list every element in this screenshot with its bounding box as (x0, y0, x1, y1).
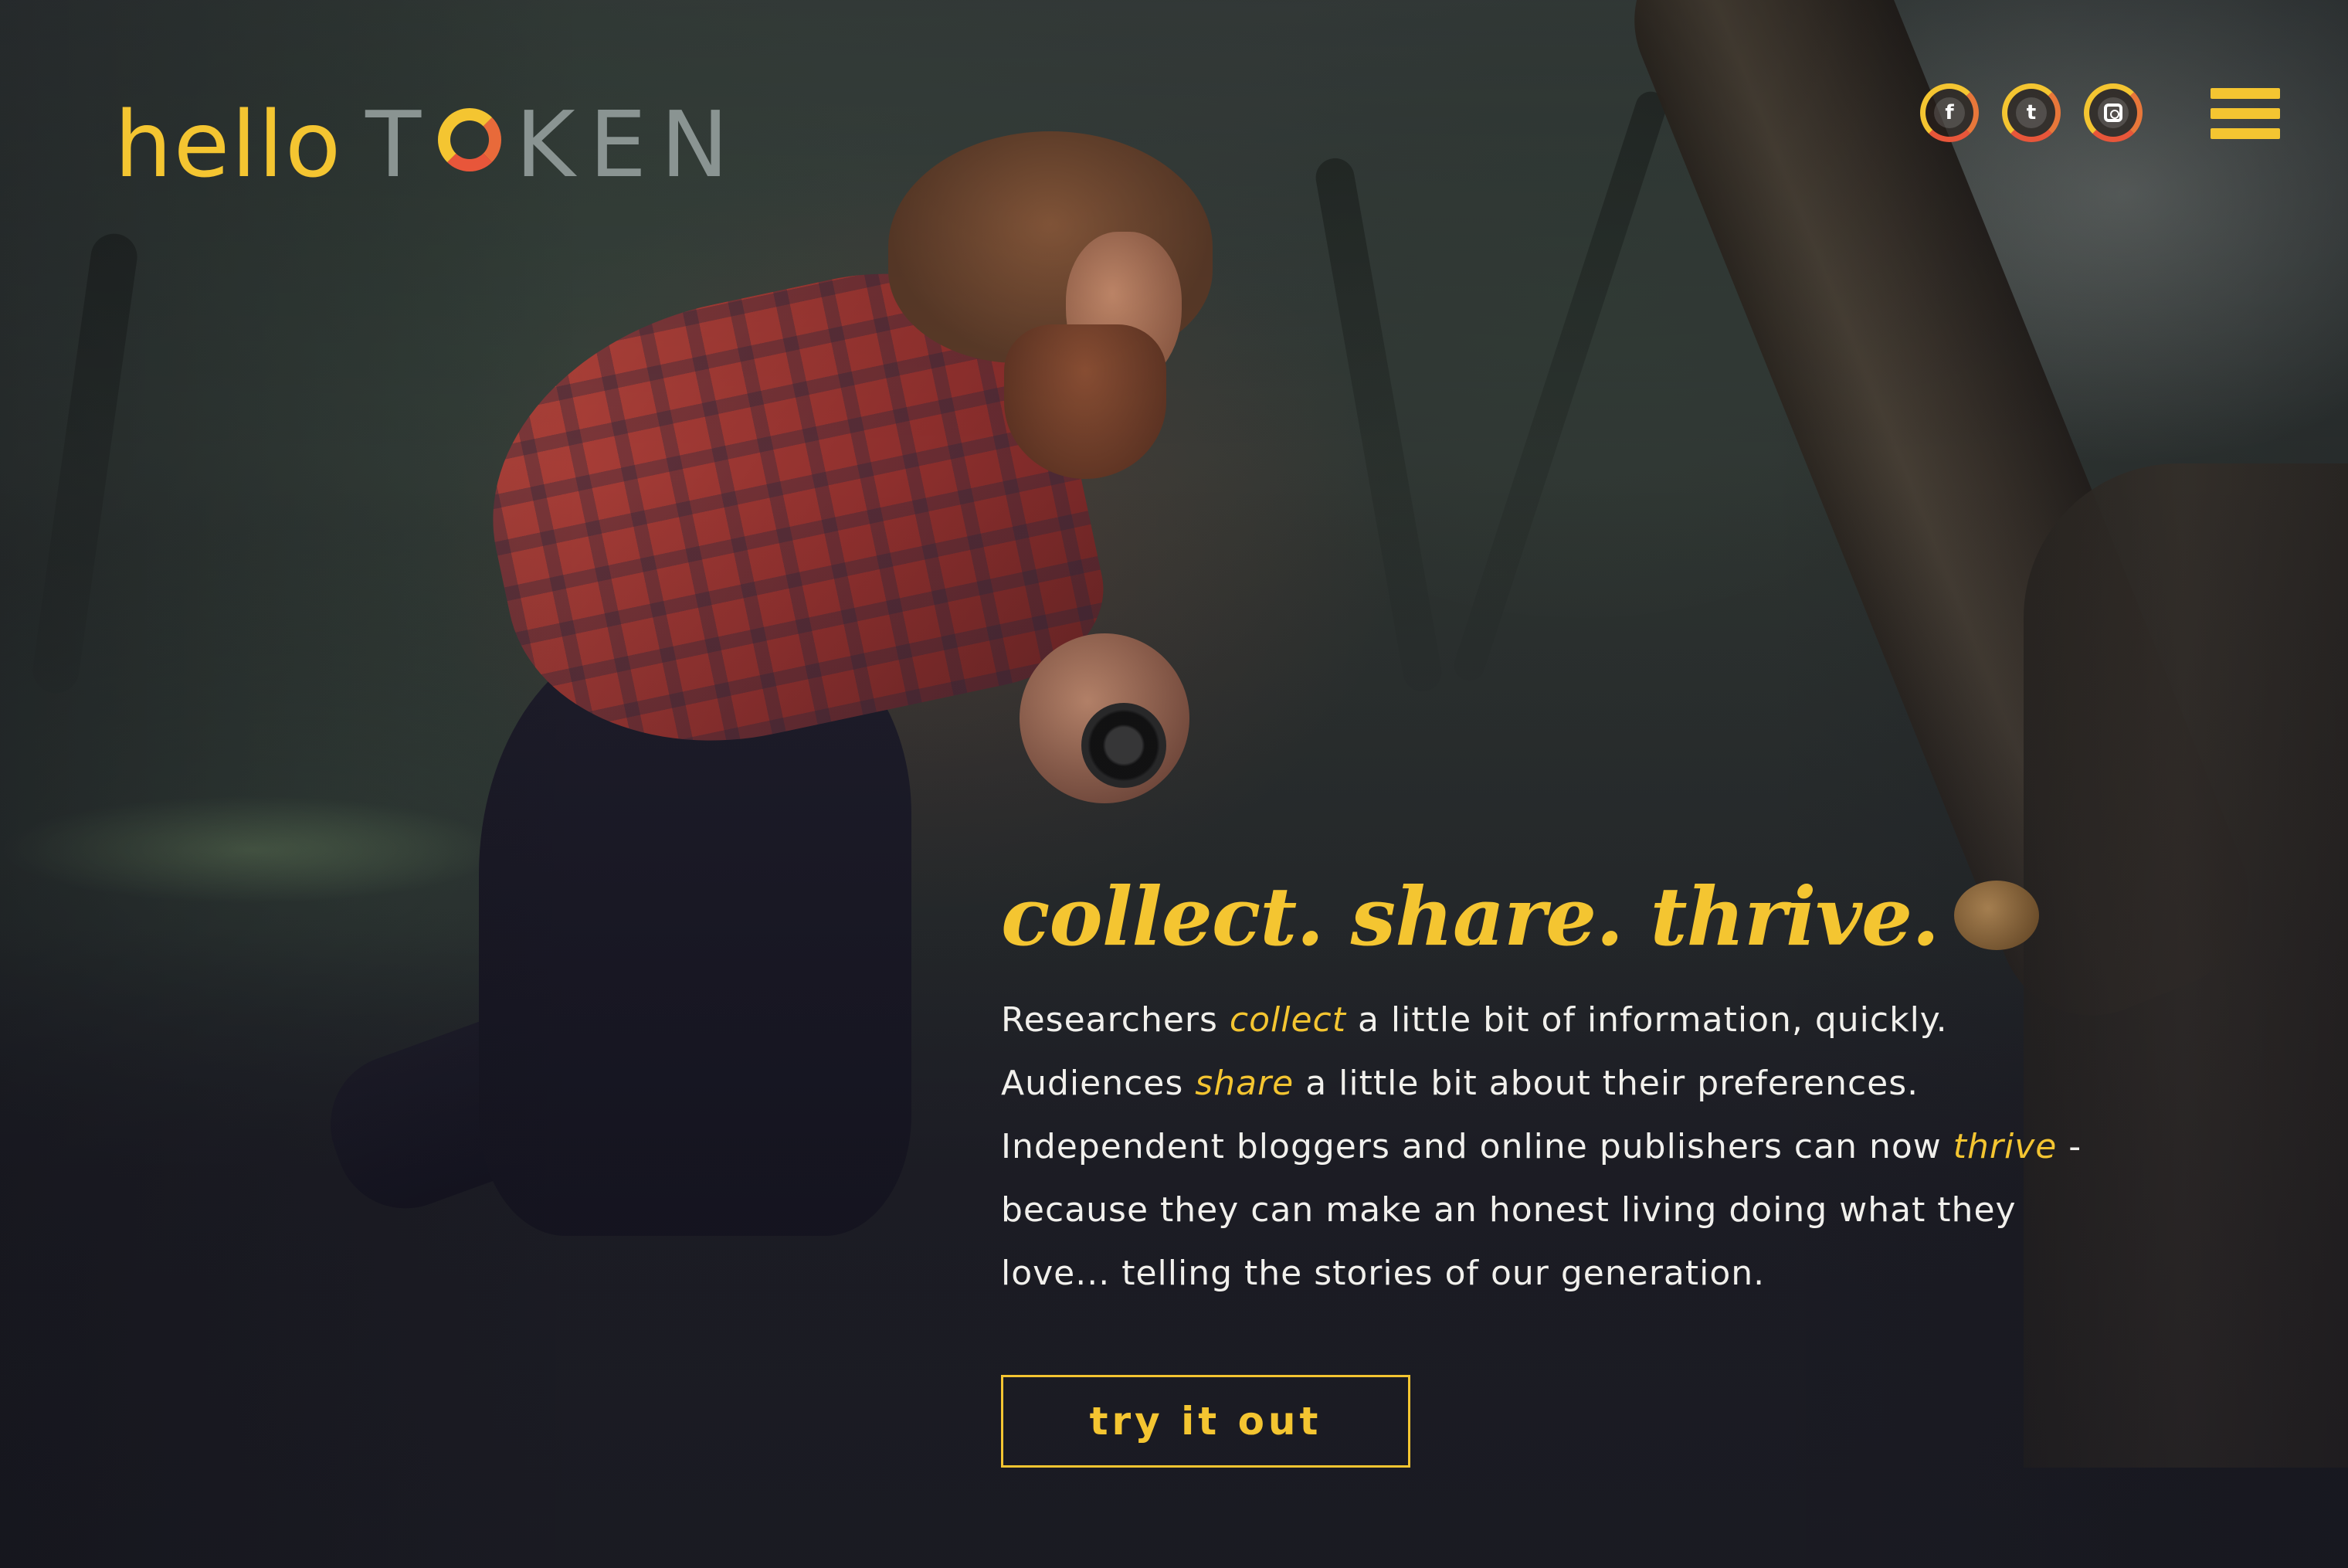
hamburger-menu-icon (2211, 108, 2280, 119)
line-text: Researchers (1001, 1000, 1230, 1040)
line-text: - (2057, 1127, 2082, 1167)
site-logo[interactable]: hello T KEN (114, 91, 742, 198)
logo-token-rest: KEN (515, 91, 743, 198)
highlight-thrive: thrive (1953, 1127, 2058, 1167)
hero-headline: collect. share. thrive. (1001, 869, 1939, 964)
facebook-button[interactable]: f (1920, 83, 1979, 142)
instagram-button[interactable] (2084, 83, 2143, 142)
twitter-icon: t (2016, 97, 2047, 128)
landing-page: hello T KEN f t collect. share. thrive. … (0, 0, 2348, 1568)
facebook-icon: f (1934, 97, 1965, 128)
hero-section: collect. share. thrive. Researchers coll… (1001, 869, 2160, 1468)
social-links: f t (1920, 83, 2143, 142)
line-text: Independent bloggers and online publishe… (1001, 1127, 1953, 1167)
hamburger-menu-icon (2211, 88, 2280, 99)
description-line: Audiences share a little bit about their… (1001, 1064, 1919, 1103)
line-text: Audiences (1001, 1064, 1196, 1104)
description-line: Independent bloggers and online publishe… (1001, 1127, 2082, 1166)
highlight-collect: collect (1229, 1000, 1346, 1040)
logo-o-ring-icon (438, 108, 502, 171)
hero-description: Researchers collect a little bit of info… (1001, 989, 2160, 1305)
highlight-share: share (1195, 1064, 1294, 1104)
hamburger-menu-button[interactable] (2211, 88, 2280, 139)
try-it-out-button[interactable]: try it out (1001, 1375, 1410, 1468)
hamburger-menu-icon (2211, 128, 2280, 139)
line-text: a little bit about their preferences. (1294, 1064, 1919, 1104)
line-text: a little bit of information, quickly. (1345, 1000, 1948, 1040)
description-line: because they can make an honest living d… (1001, 1190, 2017, 1230)
logo-hello-text: hello (114, 91, 343, 198)
logo-token-text: T KEN (365, 91, 742, 198)
twitter-button[interactable]: t (2002, 83, 2061, 142)
description-line: Researchers collect a little bit of info… (1001, 1000, 1948, 1040)
logo-token-t: T (365, 91, 436, 198)
instagram-icon (2104, 104, 2122, 122)
instagram-icon-wrap (2098, 97, 2129, 128)
description-line: love... telling the stories of our gener… (1001, 1254, 1766, 1294)
